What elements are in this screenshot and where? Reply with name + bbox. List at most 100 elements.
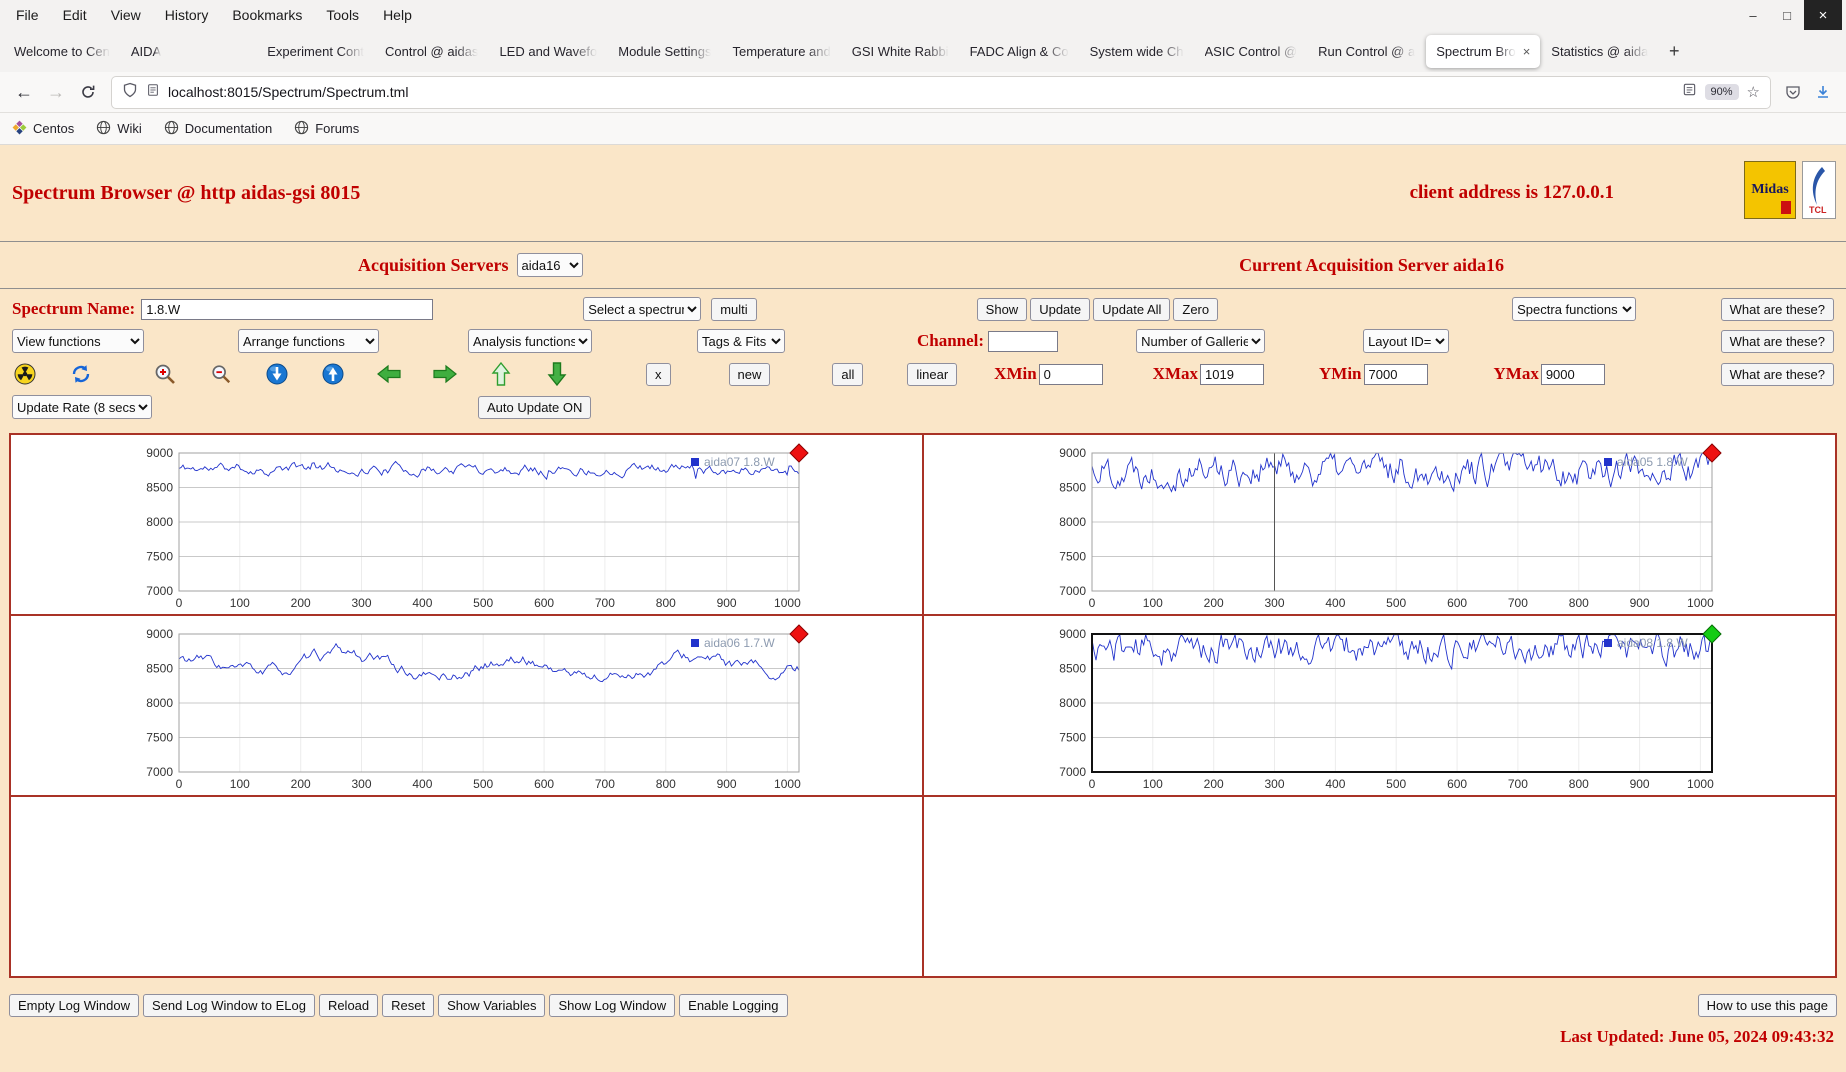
- gallery-cell-5[interactable]: [10, 796, 923, 977]
- xmax-input[interactable]: [1200, 363, 1264, 385]
- spectrum-plot[interactable]: 7000 7500 8000 8500 9000 0 100 200 300 400 500 600 7…: [123, 443, 811, 615]
- tab-experiment-cont[interactable]: Experiment Cont: [257, 35, 374, 68]
- empty-log-window-button[interactable]: Empty Log Window: [9, 994, 139, 1017]
- bookmark-centos[interactable]: Centos: [12, 120, 74, 138]
- select-spectrum-dropdown[interactable]: Select a spectrum: [583, 297, 702, 321]
- zoom-in-icon[interactable]: [152, 361, 178, 387]
- auto-update-button[interactable]: Auto Update ON: [478, 395, 592, 419]
- update-all-button[interactable]: Update All: [1093, 297, 1171, 321]
- close-button[interactable]: ×: [1804, 0, 1842, 30]
- arrow-up-icon[interactable]: [488, 361, 514, 387]
- tab-led-and-wavefo[interactable]: LED and Wavefo: [489, 35, 607, 68]
- spectrum-plot[interactable]: 7000 7500 8000 8500 9000 0 100 200 300 400 500 600 7…: [1036, 624, 1724, 796]
- reload-button[interactable]: Reload: [318, 994, 379, 1017]
- tab-spectrum-bro[interactable]: Spectrum Bro ×: [1426, 34, 1541, 68]
- analysis-functions-dropdown[interactable]: Analysis functions: [468, 329, 592, 353]
- menu-history[interactable]: History: [153, 0, 221, 30]
- view-functions-dropdown[interactable]: View functions: [12, 329, 144, 353]
- maximize-button[interactable]: □: [1770, 0, 1804, 30]
- show-log-window-button[interactable]: Show Log Window: [549, 994, 676, 1017]
- world-down-icon[interactable]: [264, 361, 290, 387]
- number-of-galleries-dropdown[interactable]: Number of Galleries: [1136, 329, 1266, 353]
- bookmark-wiki[interactable]: Wiki: [96, 120, 142, 138]
- menu-bookmarks[interactable]: Bookmarks: [220, 0, 314, 30]
- tab-control-aidas[interactable]: Control @ aidas: [375, 35, 488, 68]
- minimize-button[interactable]: –: [1736, 0, 1770, 30]
- reader-mode-icon[interactable]: [1682, 82, 1697, 102]
- tab-fadc-align-co[interactable]: FADC Align & Co: [960, 35, 1079, 68]
- tab-welcome-to-cen[interactable]: Welcome to Cen: [4, 35, 120, 68]
- arrange-functions-dropdown[interactable]: Arrange functions: [238, 329, 379, 353]
- spectrum-plot[interactable]: 7000 7500 8000 8500 9000 0 100 200 300 400 500 600 7…: [123, 624, 811, 796]
- ymin-input[interactable]: [1363, 363, 1428, 385]
- tracking-shield-icon[interactable]: [122, 82, 138, 103]
- tab-system-wide-ch[interactable]: System wide Ch: [1080, 35, 1194, 68]
- zoom-level-badge[interactable]: 90%: [1704, 84, 1739, 100]
- multi-button[interactable]: multi: [711, 297, 757, 321]
- tab-module-settings[interactable]: Module Settings: [608, 35, 721, 68]
- linear-button[interactable]: linear: [907, 362, 958, 386]
- update-button[interactable]: Update: [1030, 297, 1091, 321]
- spectrum-name-input[interactable]: [141, 298, 434, 320]
- update-rate-dropdown[interactable]: Update Rate (8 secs): [12, 395, 152, 419]
- channel-input[interactable]: [988, 330, 1059, 352]
- spectra-functions-dropdown[interactable]: Spectra functions: [1512, 297, 1637, 321]
- menu-view[interactable]: View: [99, 0, 153, 30]
- layout-id-dropdown[interactable]: Layout ID=8: [1363, 329, 1450, 353]
- tcl-logo[interactable]: TCL: [1802, 161, 1836, 219]
- what-are-these-button-2[interactable]: What are these?: [1720, 329, 1834, 353]
- tags-fits-dropdown[interactable]: Tags & Fits: [697, 329, 785, 353]
- new-tab-button[interactable]: +: [1659, 36, 1689, 66]
- spectrum-plot[interactable]: 7000 7500 8000 8500 9000 0 100 200 300 400 500 600 7…: [1036, 443, 1724, 615]
- enable-logging-button[interactable]: Enable Logging: [679, 994, 788, 1017]
- how-to-use-button[interactable]: How to use this page: [1697, 994, 1837, 1017]
- download-icon[interactable]: [1808, 77, 1838, 107]
- tab-aida[interactable]: AIDA: [121, 35, 171, 68]
- radiation-icon[interactable]: [12, 361, 38, 387]
- bookmark-star-icon[interactable]: ☆: [1747, 83, 1760, 101]
- zoom-out-icon[interactable]: [208, 361, 234, 387]
- reload-icon[interactable]: [72, 77, 104, 107]
- send-log-window-to-elog-button[interactable]: Send Log Window to ELog: [143, 994, 315, 1017]
- acquisition-server-select[interactable]: aida16: [516, 253, 583, 277]
- reset-button[interactable]: Reset: [382, 994, 435, 1017]
- xmin-input[interactable]: [1038, 363, 1103, 385]
- menu-help[interactable]: Help: [371, 0, 424, 30]
- tab-run-control-a[interactable]: Run Control @ a: [1308, 35, 1425, 68]
- back-icon[interactable]: ←: [8, 77, 40, 107]
- gallery-cell-6[interactable]: [923, 796, 1836, 977]
- tab-statistics-aida[interactable]: Statistics @ aida: [1541, 35, 1658, 68]
- menu-file[interactable]: File: [4, 0, 51, 30]
- tab-close-icon[interactable]: ×: [1523, 44, 1531, 59]
- gallery-cell-3[interactable]: 7000 7500 8000 8500 9000 0 100 200 300 400 500 600 7…: [10, 615, 923, 796]
- url-bar[interactable]: localhost:8015/Spectrum/Spectrum.tml 90%…: [112, 76, 1770, 108]
- bookmark-documentation[interactable]: Documentation: [164, 120, 272, 138]
- url-text[interactable]: localhost:8015/Spectrum/Spectrum.tml: [168, 84, 1674, 100]
- site-info-icon[interactable]: [146, 82, 160, 103]
- refresh-icon[interactable]: [68, 361, 94, 387]
- what-are-these-button-3[interactable]: What are these?: [1720, 362, 1834, 386]
- show-button[interactable]: Show: [976, 297, 1028, 321]
- all-button[interactable]: all: [832, 362, 864, 386]
- menu-edit[interactable]: Edit: [51, 0, 99, 30]
- gallery-cell-1[interactable]: 7000 7500 8000 8500 9000 0 100 200 300 400 500 600 7…: [10, 434, 923, 615]
- tab-temperature-and[interactable]: Temperature and: [722, 35, 840, 68]
- arrow-down-icon[interactable]: [544, 361, 570, 387]
- new-button[interactable]: new: [728, 362, 771, 386]
- midas-logo[interactable]: Midas: [1744, 161, 1796, 219]
- bookmark-forums[interactable]: Forums: [294, 120, 359, 138]
- tab-gsi-white-rabbi[interactable]: GSI White Rabbi: [842, 35, 959, 68]
- gallery-cell-2[interactable]: 7000 7500 8000 8500 9000 0 100 200 300 400 500 600 7…: [923, 434, 1836, 615]
- zero-button[interactable]: Zero: [1173, 297, 1219, 321]
- ymax-input[interactable]: [1540, 363, 1605, 385]
- forward-icon[interactable]: →: [40, 77, 72, 107]
- menu-tools[interactable]: Tools: [314, 0, 371, 30]
- what-are-these-button-1[interactable]: What are these?: [1720, 297, 1834, 321]
- arrow-left-icon[interactable]: [376, 361, 402, 387]
- world-up-icon[interactable]: [320, 361, 346, 387]
- x-button[interactable]: x: [646, 362, 671, 386]
- tab-asic-control[interactable]: ASIC Control @: [1195, 35, 1308, 68]
- arrow-right-icon[interactable]: [432, 361, 458, 387]
- pocket-icon[interactable]: [1778, 77, 1808, 107]
- show-variables-button[interactable]: Show Variables: [438, 994, 546, 1017]
